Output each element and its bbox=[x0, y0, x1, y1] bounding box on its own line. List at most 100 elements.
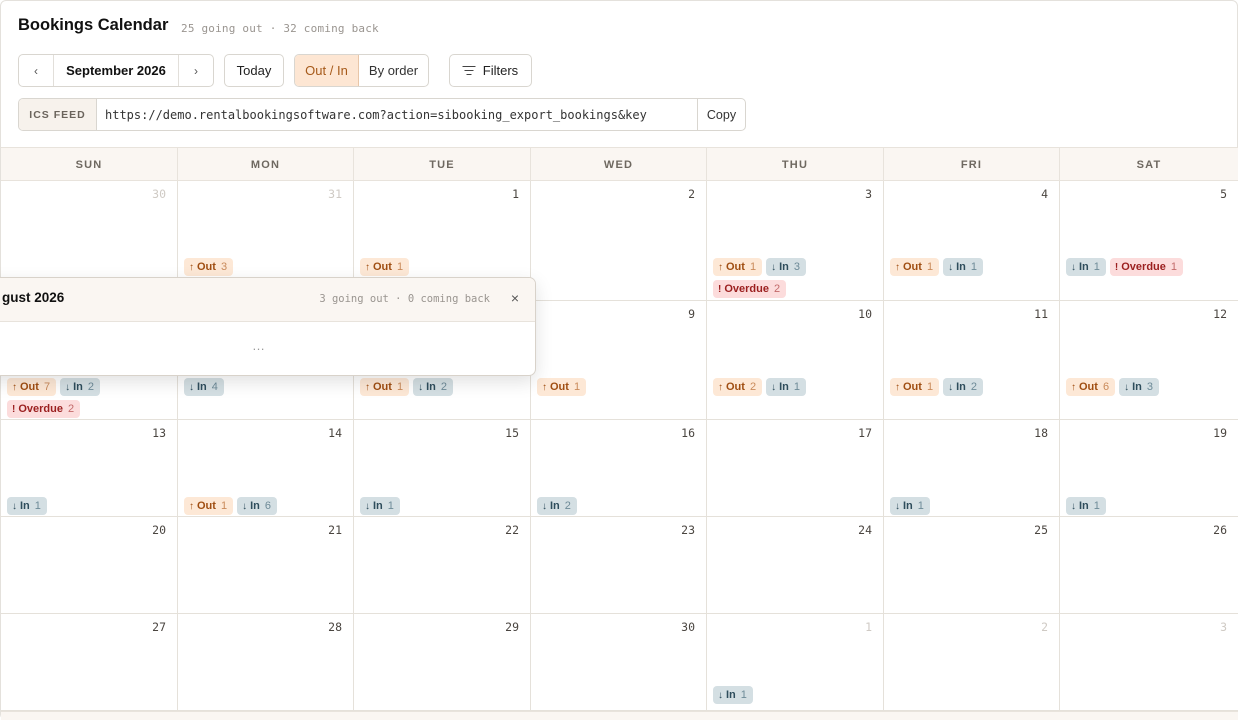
out-chip[interactable]: ↑ Out 3 bbox=[184, 258, 234, 276]
day-cell[interactable]: 22 bbox=[354, 517, 531, 614]
chip-count: 1 bbox=[749, 261, 757, 273]
in-chip[interactable]: ↓ In 1 bbox=[1066, 258, 1106, 276]
day-cell[interactable]: 3 bbox=[1060, 614, 1238, 711]
view-by-order-tab[interactable]: By order bbox=[359, 55, 428, 86]
alert-icon: ! bbox=[718, 283, 722, 295]
in-chip[interactable]: ↓ In 2 bbox=[943, 378, 983, 396]
day-cell[interactable]: 1 ↓ In 1 bbox=[707, 614, 884, 711]
day-cell[interactable]: 30 bbox=[531, 614, 707, 711]
out-chip[interactable]: ↑ Out 1 bbox=[537, 378, 587, 396]
chip-label: In bbox=[726, 689, 736, 701]
in-chip[interactable]: ↓ In 2 bbox=[537, 497, 577, 515]
day-cell[interactable]: 15 ↓ In 1 bbox=[354, 420, 531, 517]
out-chip[interactable]: ↑ Out 1 bbox=[890, 378, 940, 396]
arrow-up-icon: ↑ bbox=[718, 381, 723, 393]
in-chip[interactable]: ↓ In 2 bbox=[60, 378, 100, 396]
day-cell[interactable]: 5 ↓ In 1! Overdue 1 bbox=[1060, 181, 1238, 301]
day-cell[interactable]: 24 bbox=[707, 517, 884, 614]
weekday-sat: SAT bbox=[1136, 158, 1162, 171]
close-icon[interactable]: × bbox=[511, 290, 519, 306]
in-chip[interactable]: ↓ In 1 bbox=[713, 686, 753, 704]
day-cell[interactable]: 17 bbox=[707, 420, 884, 517]
day-cell[interactable]: 16 ↓ In 2 bbox=[531, 420, 707, 517]
chip-label: In bbox=[779, 381, 789, 393]
out-chip[interactable]: ↑ Out 7 bbox=[7, 378, 57, 396]
chip-count: 1 bbox=[1093, 500, 1100, 512]
booking-chips: ↑ Out 1 ↓ In 6 bbox=[184, 497, 349, 515]
view-out-in-tab[interactable]: Out / In bbox=[295, 55, 359, 86]
ics-feed-url-input[interactable] bbox=[97, 99, 697, 130]
day-cell[interactable]: 10 ↑ Out 2 ↓ In 1 bbox=[707, 301, 884, 420]
in-chip[interactable]: ↓ In 1 bbox=[943, 258, 983, 276]
chip-label: In bbox=[373, 500, 383, 512]
in-chip[interactable]: ↓ In 1 bbox=[766, 378, 806, 396]
prev-month-button[interactable]: ‹ bbox=[19, 55, 54, 86]
chip-label: Overdue bbox=[1121, 261, 1166, 273]
day-cell[interactable]: 25 bbox=[884, 517, 1060, 614]
day-cell[interactable]: 21 bbox=[178, 517, 354, 614]
in-chip[interactable]: ↓ In 3 bbox=[766, 258, 806, 276]
in-chip[interactable]: ↓ In 3 bbox=[1119, 378, 1159, 396]
day-number: 12 bbox=[1213, 307, 1227, 321]
chip-label: Out bbox=[197, 261, 216, 273]
in-chip[interactable]: ↓ In 4 bbox=[184, 378, 224, 396]
day-cell[interactable]: 28 bbox=[178, 614, 354, 711]
out-chip[interactable]: ↑ Out 1 bbox=[890, 258, 940, 276]
day-cell[interactable]: 9 ↑ Out 1 bbox=[531, 301, 707, 420]
arrow-up-icon: ↑ bbox=[189, 261, 194, 273]
out-chip[interactable]: ↑ Out 2 bbox=[713, 378, 763, 396]
weekday-mon: MON bbox=[178, 148, 354, 181]
day-cell[interactable]: 23 bbox=[531, 517, 707, 614]
day-cell[interactable]: 19 ↓ In 1 bbox=[1060, 420, 1238, 517]
day-cell[interactable]: 4 ↑ Out 1 ↓ In 1 bbox=[884, 181, 1060, 301]
overdue-chip[interactable]: ! Overdue 2 bbox=[713, 280, 787, 298]
in-chip[interactable]: ↓ In 2 bbox=[413, 378, 453, 396]
day-cell[interactable]: 2 bbox=[531, 181, 707, 301]
chip-label: In bbox=[956, 381, 966, 393]
filters-button[interactable]: Filters bbox=[449, 54, 532, 87]
out-chip[interactable]: ↑ Out 6 bbox=[1066, 378, 1116, 396]
weekday-thu: THU bbox=[707, 148, 884, 181]
chip-count: 1 bbox=[573, 381, 581, 393]
day-cell[interactable]: 20 bbox=[1, 517, 178, 614]
out-chip[interactable]: ↑ Out 1 bbox=[184, 497, 234, 515]
chip-count: 6 bbox=[1102, 381, 1110, 393]
in-chip[interactable]: ↓ In 1 bbox=[7, 497, 47, 515]
day-cell[interactable]: 26 bbox=[1060, 517, 1238, 614]
chip-count: 2 bbox=[440, 381, 447, 393]
out-chip[interactable]: ↑ Out 1 bbox=[360, 378, 410, 396]
today-button[interactable]: Today bbox=[224, 54, 284, 87]
booking-chips: ↑ Out 1 ↓ In 2 bbox=[890, 378, 1055, 396]
booking-chips: ↑ Out 2 ↓ In 1 bbox=[713, 378, 879, 396]
chip-count: 1 bbox=[793, 381, 800, 393]
out-chip[interactable]: ↑ Out 1 bbox=[360, 258, 410, 276]
in-chip[interactable]: ↓ In 1 bbox=[890, 497, 930, 515]
in-chip[interactable]: ↓ In 1 bbox=[1066, 497, 1106, 515]
out-chip[interactable]: ↑ Out 1 bbox=[713, 258, 763, 276]
in-chip[interactable]: ↓ In 6 bbox=[237, 497, 277, 515]
in-chip[interactable]: ↓ In 1 bbox=[360, 497, 400, 515]
overdue-chip[interactable]: ! Overdue 2 bbox=[7, 400, 81, 418]
day-cell[interactable]: 11 ↑ Out 1 ↓ In 2 bbox=[884, 301, 1060, 420]
chip-label: In bbox=[1079, 500, 1089, 512]
day-cell[interactable]: 18 ↓ In 1 bbox=[884, 420, 1060, 517]
copy-button[interactable]: Copy bbox=[697, 99, 745, 130]
booking-chips: ↑ Out 1 ↓ In 3 ! Overdue 2 bbox=[713, 258, 879, 298]
day-cell[interactable]: 29 bbox=[354, 614, 531, 711]
next-month-button[interactable]: › bbox=[178, 55, 213, 86]
day-cell[interactable]: 12 ↑ Out 6 ↓ In 3 bbox=[1060, 301, 1238, 420]
day-cell[interactable]: 13 ↓ In 1 bbox=[1, 420, 178, 517]
day-cell[interactable]: 2 bbox=[884, 614, 1060, 711]
weekday-tue: TUE bbox=[354, 148, 531, 181]
day-number: 19 bbox=[1213, 426, 1227, 440]
day-cell[interactable]: 3 ↑ Out 1 ↓ In 3! Overdue 2 bbox=[707, 181, 884, 301]
chip-count: 6 bbox=[264, 500, 271, 512]
overdue-chip[interactable]: ! Overdue 1 bbox=[1109, 258, 1184, 276]
booking-chips: ↓ In 1! Overdue 1 bbox=[1066, 258, 1234, 276]
alert-icon: ! bbox=[12, 403, 16, 415]
day-cell[interactable]: 27 bbox=[1, 614, 178, 711]
arrow-down-icon: ↓ bbox=[542, 500, 547, 512]
day-number: 1 bbox=[865, 620, 872, 634]
weekday-wed: WED bbox=[531, 148, 707, 181]
day-cell[interactable]: 14 ↑ Out 1 ↓ In 6 bbox=[178, 420, 354, 517]
